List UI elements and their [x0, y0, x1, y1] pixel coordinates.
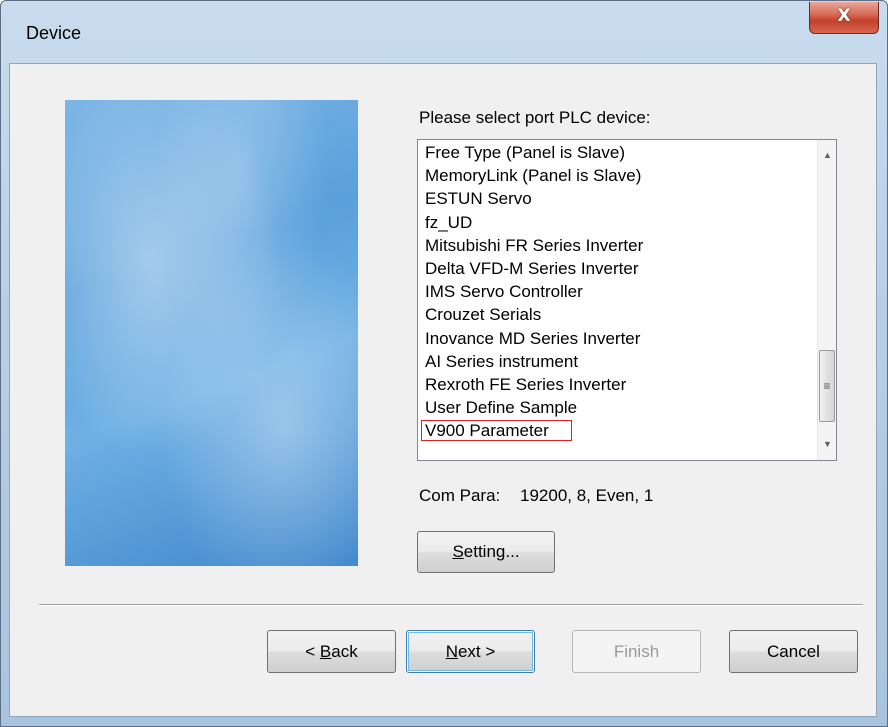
scroll-thumb[interactable]: ≡: [819, 350, 835, 422]
back-button-mnemonic: B: [319, 642, 332, 661]
device-prompt-label: Please select port PLC device:: [419, 108, 651, 127]
list-item[interactable]: V900 Parameter: [418, 419, 818, 442]
list-item-label: Crouzet Serials: [425, 305, 542, 325]
list-item[interactable]: AI Series instrument: [418, 350, 818, 373]
scroll-up-arrow-icon[interactable]: ▲: [818, 146, 836, 164]
list-item[interactable]: IMS Servo Controller: [418, 280, 818, 303]
listbox-scrollbar[interactable]: ▲ ≡ ▼: [817, 140, 836, 460]
list-item[interactable]: Free Type (Panel is Slave): [418, 141, 818, 164]
setting-button-mnemonic: S: [452, 542, 464, 561]
finish-button[interactable]: Finish: [572, 630, 701, 673]
window-title: Device: [26, 23, 82, 43]
list-item[interactable]: fz_UD: [418, 211, 818, 234]
list-item[interactable]: Crouzet Serials: [418, 303, 818, 326]
list-item-label: Delta VFD-M Series Inverter: [425, 258, 639, 278]
scroll-down-arrow-icon[interactable]: ▼: [818, 435, 836, 453]
plc-device-listbox[interactable]: Free Type (Panel is Slave) MemoryLink (Pa…: [417, 139, 837, 461]
back-button-prefix: <: [305, 642, 320, 661]
back-button[interactable]: < Back: [267, 630, 396, 673]
device-list: Free Type (Panel is Slave) MemoryLink (Pa…: [418, 141, 818, 442]
footer-separator: [39, 604, 863, 606]
dialog-client-area: Please select port PLC device: Free Type…: [9, 63, 877, 717]
close-button[interactable]: X: [809, 2, 879, 34]
wizard-banner-image: [65, 100, 358, 566]
list-item[interactable]: Delta VFD-M Series Inverter: [418, 257, 818, 280]
list-item-label: Inovance MD Series Inverter: [425, 328, 641, 348]
list-item[interactable]: User Define Sample: [418, 396, 818, 419]
list-item-label: fz_UD: [425, 212, 473, 232]
com-para-label: Com Para:: [419, 486, 501, 505]
list-item-label: User Define Sample: [425, 398, 578, 418]
list-item[interactable]: MemoryLink (Panel is Slave): [418, 164, 818, 187]
back-button-label: ack: [331, 642, 358, 661]
list-item-label: ESTUN Servo: [425, 189, 532, 209]
list-item-label: MemoryLink (Panel is Slave): [425, 166, 642, 186]
list-item-label: Free Type (Panel is Slave): [425, 143, 625, 162]
list-item-label: V900 Parameter: [421, 420, 572, 442]
list-item-label: Rexroth FE Series Inverter: [425, 374, 627, 394]
setting-button-label: etting...: [463, 542, 520, 561]
list-item[interactable]: Inovance MD Series Inverter: [418, 327, 818, 350]
setting-button[interactable]: Setting...: [417, 531, 555, 573]
cancel-button[interactable]: Cancel: [729, 630, 858, 673]
next-button-mnemonic: N: [445, 642, 458, 661]
next-button-label: ext >: [457, 642, 496, 661]
list-item-label: Mitsubishi FR Series Inverter: [425, 235, 644, 255]
list-item-label: IMS Servo Controller: [425, 282, 583, 302]
list-item-label: AI Series instrument: [425, 351, 579, 371]
list-item[interactable]: Mitsubishi FR Series Inverter: [418, 234, 818, 257]
list-item[interactable]: Rexroth FE Series Inverter: [418, 373, 818, 396]
next-button[interactable]: Next >: [406, 630, 535, 673]
close-icon: X: [837, 6, 851, 26]
title-bar[interactable]: Device X: [1, 1, 887, 63]
com-para-value: 19200, 8, Even, 1: [520, 486, 654, 505]
list-item[interactable]: ESTUN Servo: [418, 187, 818, 210]
device-dialog-window: Device X Please select port PLC device: …: [0, 0, 888, 727]
